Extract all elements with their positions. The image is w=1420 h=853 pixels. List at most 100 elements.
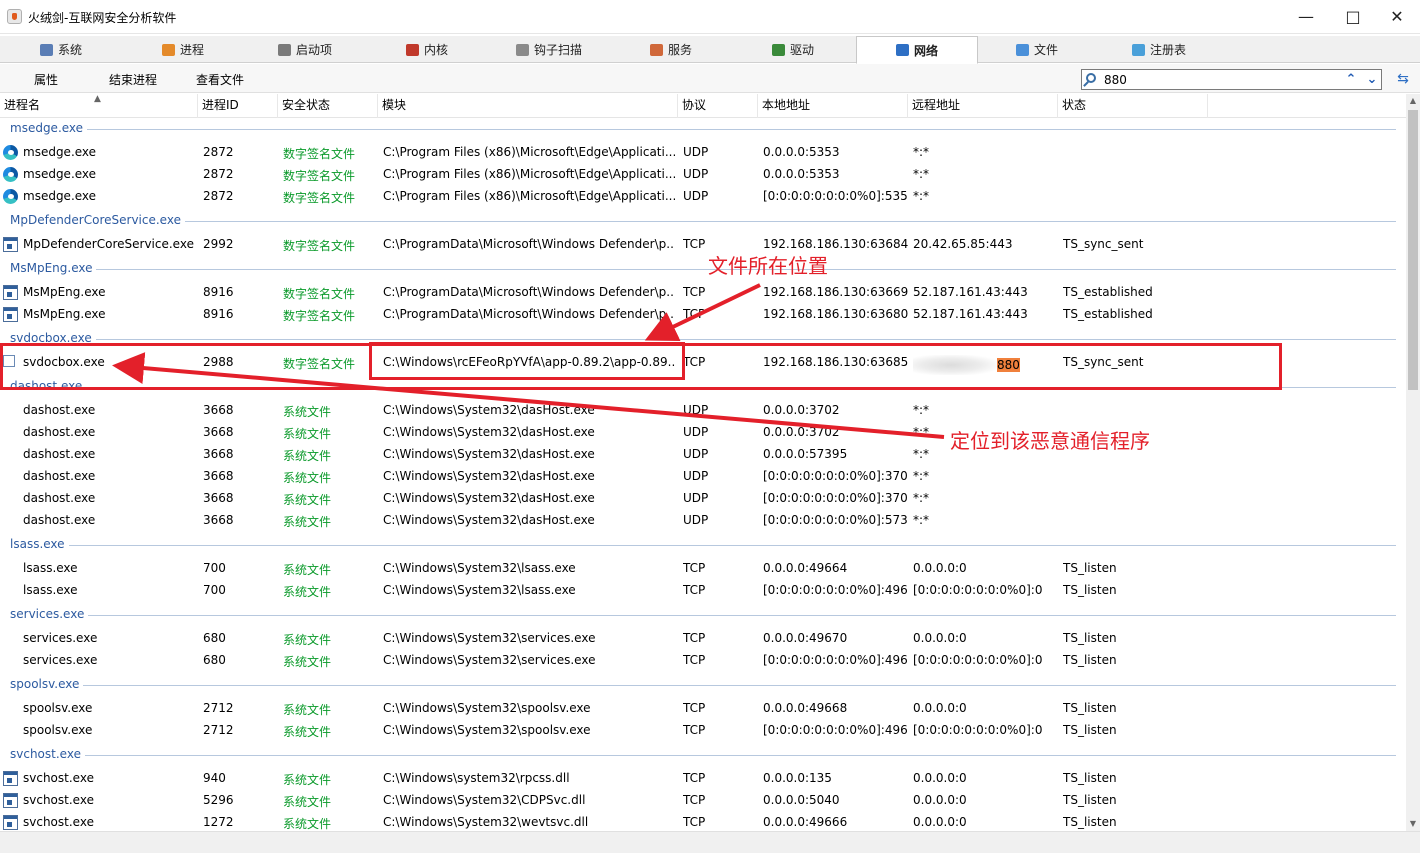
process-name: svchost.exe xyxy=(23,793,94,807)
tab-service[interactable]: 服务 xyxy=(610,36,732,63)
minimize-icon[interactable]: — xyxy=(1283,0,1329,34)
connection-list: msedge.exe msedge.exe 2872 数字签名文件 C:\Program… xyxy=(0,119,1406,831)
process-name: spoolsv.exe xyxy=(23,701,93,715)
table-row[interactable]: dashost.exe 3668 系统文件 C:\Windows\System32\d… xyxy=(0,399,1396,421)
local-address: [0:0:0:0:0:0:0:0%0]:3702 xyxy=(763,469,908,483)
tab-driver[interactable]: 驱动 xyxy=(732,36,854,63)
tab-label: 启动项 xyxy=(295,43,332,57)
process-name: services.exe xyxy=(23,653,98,667)
pid: 2872 xyxy=(203,145,234,159)
process-name: msedge.exe xyxy=(23,145,97,159)
protocol: TCP xyxy=(683,793,706,807)
search-input[interactable] xyxy=(1104,72,1334,87)
module-path: C:\Windows\System32\dasHost.exe xyxy=(383,491,595,505)
tab-registry[interactable]: 注册表 xyxy=(1098,36,1220,63)
pid: 1272 xyxy=(203,815,234,829)
module-path: C:\ProgramData\Microsoft\Windows Defende… xyxy=(383,237,675,251)
table-row[interactable]: services.exe 680 系统文件 C:\Windows\System32\s… xyxy=(0,649,1396,671)
column-module[interactable]: 模块 xyxy=(378,94,678,118)
group-header[interactable]: spoolsv.exe xyxy=(0,675,1396,693)
tab-hook[interactable]: 钩子扫描 xyxy=(488,36,610,63)
table-row[interactable]: MsMpEng.exe 8916 数字签名文件 C:\ProgramData\Micr… xyxy=(0,303,1396,325)
table-row[interactable]: MsMpEng.exe 8916 数字签名文件 C:\ProgramData\Micr… xyxy=(0,281,1396,303)
table-row[interactable]: services.exe 680 系统文件 C:\Windows\System32\s… xyxy=(0,627,1396,649)
chevron-down-icon[interactable]: ⌄ xyxy=(1362,70,1382,89)
column-protocol[interactable]: 协议 xyxy=(678,94,758,118)
process-name: MsMpEng.exe xyxy=(23,285,106,299)
scroll-down-icon[interactable]: ▼ xyxy=(1406,817,1420,831)
remote-address: *:* xyxy=(913,491,930,505)
tab-network[interactable]: 网络 xyxy=(856,36,978,64)
group-name: MpDefenderCoreService.exe xyxy=(10,213,185,227)
local-address: [0:0:0:0:0:0:0:0%0]:5353 xyxy=(763,189,908,203)
protocol: TCP xyxy=(683,561,706,575)
module-path: C:\Windows\System32\dasHost.exe xyxy=(383,403,595,417)
edge-browser-icon xyxy=(3,167,18,182)
table-row[interactable]: lsass.exe 700 系统文件 C:\Windows\System32\lsas… xyxy=(0,557,1396,579)
scroll-up-icon[interactable]: ▲ xyxy=(1406,94,1420,108)
tab-system[interactable]: 系统 xyxy=(0,36,122,63)
table-row[interactable]: msedge.exe 2872 数字签名文件 C:\Program Files (x8… xyxy=(0,163,1396,185)
security-status: 系统文件 xyxy=(283,563,332,577)
application-window-icon xyxy=(3,815,18,830)
table-row[interactable]: spoolsv.exe 2712 系统文件 C:\Windows\System32\s… xyxy=(0,719,1396,741)
pid: 3668 xyxy=(203,447,234,461)
tab-label: 注册表 xyxy=(1149,43,1186,57)
close-icon[interactable]: ✕ xyxy=(1374,0,1420,34)
table-row[interactable]: svchost.exe 1272 系统文件 C:\Windows\System32\w… xyxy=(0,811,1396,831)
column-security[interactable]: 安全状态 xyxy=(278,94,378,118)
security-status: 数字签名文件 xyxy=(283,309,356,323)
chevron-up-icon[interactable]: ⌃ xyxy=(1341,70,1361,89)
group-header[interactable]: svchost.exe xyxy=(0,745,1396,763)
module-path: C:\Windows\System32\lsass.exe xyxy=(383,583,576,597)
application-window-icon xyxy=(3,771,18,786)
group-header[interactable]: lsass.exe xyxy=(0,535,1396,553)
column-local-address[interactable]: 本地地址 xyxy=(758,94,908,118)
refresh-icon[interactable]: ⇆ xyxy=(1395,71,1411,87)
local-address: 0.0.0.0:49666 xyxy=(763,815,848,829)
protocol: TCP xyxy=(683,723,706,737)
process-name: dashost.exe xyxy=(23,469,96,483)
protocol: UDP xyxy=(683,403,709,417)
table-row[interactable]: dashost.exe 3668 系统文件 C:\Windows\System32\d… xyxy=(0,487,1396,509)
end-process-button[interactable]: 结束进程 xyxy=(109,71,157,88)
table-row[interactable]: MpDefenderCoreService.exe 2992 数字签名文件 C:\Pr… xyxy=(0,233,1396,255)
group-divider xyxy=(10,269,1396,270)
properties-button[interactable]: 属性 xyxy=(34,71,58,88)
group-divider xyxy=(10,339,1396,340)
vertical-scrollbar[interactable]: ▲ ▼ xyxy=(1406,94,1420,831)
maximize-icon[interactable]: □ xyxy=(1330,0,1376,34)
column-remote-address[interactable]: 远程地址 xyxy=(908,94,1058,118)
table-row[interactable]: msedge.exe 2872 数字签名文件 C:\Program Files (x8… xyxy=(0,185,1396,207)
pid: 3668 xyxy=(203,491,234,505)
group-header[interactable]: MsMpEng.exe xyxy=(0,259,1396,277)
remote-address: 0.0.0.0:0 xyxy=(913,631,967,645)
tab-startup[interactable]: 启动项 xyxy=(244,36,366,63)
local-address: 192.168.186.130:63684 xyxy=(763,237,908,251)
security-status: 数字签名文件 xyxy=(283,239,356,253)
tab-process[interactable]: 进程 xyxy=(122,36,244,63)
scrollbar-thumb[interactable] xyxy=(1408,110,1418,390)
pid: 8916 xyxy=(203,285,234,299)
group-header[interactable]: msedge.exe xyxy=(0,119,1396,137)
column-state[interactable]: 状态 xyxy=(1058,94,1208,118)
table-row[interactable]: svchost.exe 940 系统文件 C:\Windows\system32\rp… xyxy=(0,767,1396,789)
table-row[interactable]: dashost.exe 3668 系统文件 C:\Windows\System32\d… xyxy=(0,509,1396,531)
table-row[interactable]: svchost.exe 5296 系统文件 C:\Windows\System32\C… xyxy=(0,789,1396,811)
module-path: C:\Windows\System32\spoolsv.exe xyxy=(383,723,591,737)
table-row[interactable]: msedge.exe 2872 数字签名文件 C:\Program Files (x8… xyxy=(0,141,1396,163)
pid: 8916 xyxy=(203,307,234,321)
table-row[interactable]: spoolsv.exe 2712 系统文件 C:\Windows\System32\s… xyxy=(0,697,1396,719)
tab-file[interactable]: 文件 xyxy=(976,36,1098,63)
tab-kernel[interactable]: 内核 xyxy=(366,36,488,63)
table-row[interactable]: dashost.exe 3668 系统文件 C:\Windows\System32\d… xyxy=(0,465,1396,487)
module-path: C:\Windows\System32\services.exe xyxy=(383,653,596,667)
view-file-button[interactable]: 查看文件 xyxy=(196,71,244,88)
group-header[interactable]: services.exe xyxy=(0,605,1396,623)
table-row[interactable]: dashost.exe 3668 系统文件 C:\Windows\System32\d… xyxy=(0,421,1396,443)
table-row[interactable]: lsass.exe 700 系统文件 C:\Windows\System32\lsas… xyxy=(0,579,1396,601)
module-path: C:\ProgramData\Microsoft\Windows Defende… xyxy=(383,285,675,299)
group-header[interactable]: MpDefenderCoreService.exe xyxy=(0,211,1396,229)
table-row[interactable]: dashost.exe 3668 系统文件 C:\Windows\System32\d… xyxy=(0,443,1396,465)
column-pid[interactable]: 进程ID xyxy=(198,94,278,118)
